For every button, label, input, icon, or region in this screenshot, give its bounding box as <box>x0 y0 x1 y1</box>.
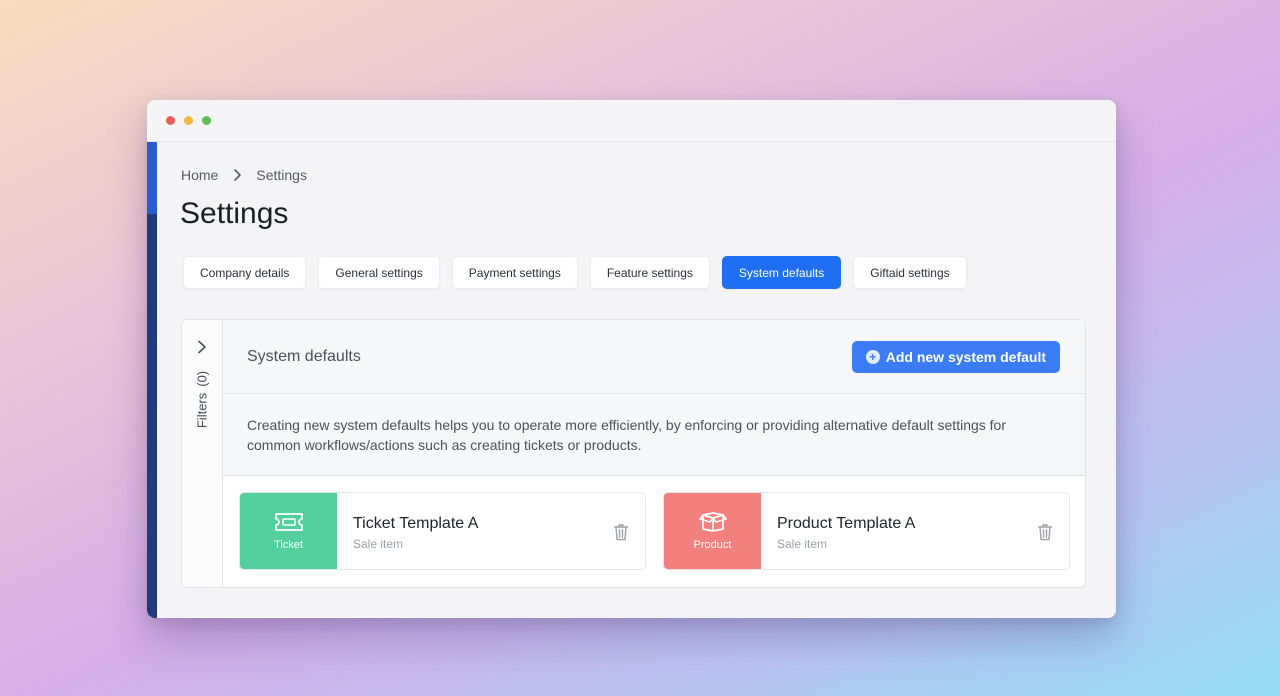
filters-text: Filters <box>194 392 210 429</box>
panel-header: System defaults + Add new system default <box>223 320 1085 394</box>
tab-feature-settings[interactable]: Feature settings <box>589 256 710 289</box>
tab-general-settings[interactable]: General settings <box>318 256 440 289</box>
filters-count: (0) <box>194 370 210 387</box>
minimize-window-button[interactable] <box>184 116 193 125</box>
system-default-card[interactable]: Product Product Template A Sale item <box>663 492 1070 570</box>
trash-icon[interactable] <box>613 523 629 541</box>
panel-main: System defaults + Add new system default… <box>223 320 1085 587</box>
tab-giftaid-settings[interactable]: Giftaid settings <box>853 256 967 289</box>
app-window: Home Settings Settings Company details G… <box>147 100 1116 618</box>
title-bar <box>147 100 1116 142</box>
tab-system-defaults[interactable]: System defaults <box>721 256 842 289</box>
card-type-badge: Ticket <box>240 493 337 569</box>
card-subtitle: Sale item <box>777 537 828 551</box>
plus-circle-icon: + <box>865 349 880 364</box>
system-default-card[interactable]: Ticket Ticket Template A Sale item <box>239 492 646 570</box>
side-accent-bar <box>147 142 157 618</box>
maximize-window-button[interactable] <box>202 116 211 125</box>
system-default-cards: Ticket Ticket Template A Sale item Produ… <box>239 492 1070 570</box>
chevron-right-icon <box>234 169 242 181</box>
card-type-badge: Product <box>664 493 761 569</box>
card-title: Ticket Template A <box>353 515 479 532</box>
tab-company-details[interactable]: Company details <box>183 256 307 289</box>
card-badge-label: Product <box>693 539 732 551</box>
filters-label: Filters (0) <box>195 371 210 428</box>
section-title: System defaults <box>247 347 361 365</box>
tab-payment-settings[interactable]: Payment settings <box>451 256 578 289</box>
page-title: Settings <box>180 197 289 230</box>
card-text: Product Template A Sale item <box>761 493 915 569</box>
settings-tabs: Company details General settings Payment… <box>183 256 967 289</box>
section-description: Creating new system defaults helps you t… <box>223 394 1085 476</box>
breadcrumb: Home Settings <box>181 167 307 183</box>
card-subtitle: Sale item <box>353 537 404 551</box>
side-accent-highlight <box>147 142 157 214</box>
ticket-icon <box>274 513 303 531</box>
box-icon <box>698 512 727 532</box>
card-text: Ticket Template A Sale item <box>337 493 478 569</box>
add-system-default-button[interactable]: + Add new system default <box>851 340 1060 373</box>
trash-icon[interactable] <box>1037 523 1053 541</box>
card-title: Product Template A <box>777 515 916 532</box>
filters-toggle[interactable]: Filters (0) <box>182 320 223 587</box>
add-button-label: Add new system default <box>885 348 1046 365</box>
breadcrumb-current: Settings <box>256 167 307 183</box>
breadcrumb-home-link[interactable]: Home <box>181 167 218 183</box>
main-content: Home Settings Settings Company details G… <box>157 142 1116 618</box>
close-window-button[interactable] <box>166 116 175 125</box>
system-defaults-panel: Filters (0) System defaults + Add new sy… <box>181 319 1086 588</box>
card-badge-label: Ticket <box>274 539 303 551</box>
chevron-right-icon <box>198 340 206 354</box>
